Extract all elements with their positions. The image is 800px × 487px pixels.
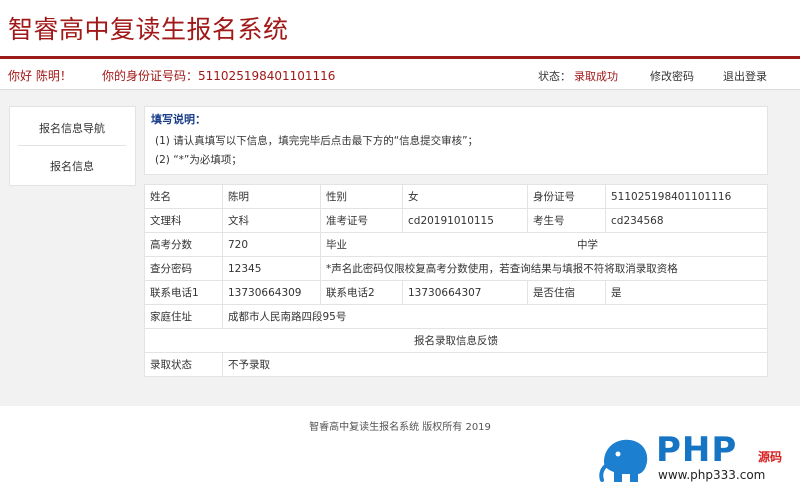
watermark-brand: PHP bbox=[656, 430, 738, 470]
sidebar-divider bbox=[18, 145, 126, 146]
query-password-note: *声名此密码仅限校复高考分数使用，若查询结果与填报不符将取消录取资格 bbox=[320, 256, 768, 281]
score-label: 高考分数 bbox=[144, 232, 223, 257]
sidebar-item-info[interactable]: 报名信息 bbox=[18, 158, 126, 174]
query-password-label: 查分密码 bbox=[144, 256, 223, 281]
table-row: 文理科 文科 准考证号 cd20191010115 考生号 cd234568 bbox=[144, 208, 768, 233]
table-row: 姓名 陈明 性别 女 身份证号 511025198401101116 bbox=[144, 184, 768, 209]
exam-no-label: 考生号 bbox=[527, 208, 606, 233]
user-bar: 你好 陈明！ 你的身份证号码：511025198401101116 状态： 录取… bbox=[0, 59, 800, 90]
query-password-value: 12345 bbox=[222, 256, 321, 281]
idcard-label: 身份证号 bbox=[527, 184, 606, 209]
instructions-title: 填写说明： bbox=[151, 113, 206, 126]
status-label: 状态： bbox=[538, 70, 571, 83]
table-row: 查分密码 12345 *声名此密码仅限校复高考分数使用，若查询结果与填报不符将取… bbox=[144, 256, 768, 281]
id-value: 511025198401101116 bbox=[198, 69, 336, 83]
watermark-url: www.php333.com bbox=[658, 468, 766, 482]
school-cell: 毕业 中学 bbox=[320, 232, 768, 257]
name-value: 陈明 bbox=[222, 184, 321, 209]
phone2-label: 联系电话2 bbox=[320, 280, 403, 305]
school-value: 中学 bbox=[577, 239, 598, 251]
admit-no-value: cd20191010115 bbox=[402, 208, 528, 233]
instruction-item: (1) 请认真填写以下信息，填完完毕后点击最下方的“信息提交审核”； bbox=[155, 135, 479, 147]
address-label: 家庭住址 bbox=[144, 304, 223, 329]
table-row: 录取状态 不予录取 bbox=[144, 352, 768, 377]
boarding-label: 是否住宿 bbox=[527, 280, 606, 305]
name-label: 姓名 bbox=[144, 184, 223, 209]
registration-table: 姓名 陈明 性别 女 身份证号 511025198401101116 文理科 文… bbox=[144, 184, 768, 377]
instruction-item: (2) “*”为必填项； bbox=[155, 154, 242, 166]
phone1-label: 联系电话1 bbox=[144, 280, 223, 305]
watermark-suffix: 源码 bbox=[758, 450, 783, 464]
change-password-link[interactable]: 修改密码 bbox=[650, 68, 694, 84]
sidebar: 报名信息导航 报名信息 bbox=[9, 106, 136, 186]
table-row: 高考分数 720 毕业 中学 bbox=[144, 232, 768, 257]
id-label: 你的身份证号码： bbox=[102, 69, 199, 83]
app-title: 智睿高中复读生报名系统 bbox=[8, 15, 289, 44]
idcard-value: 511025198401101116 bbox=[605, 184, 768, 209]
address-value: 成都市人民南路四段95号 bbox=[222, 304, 768, 329]
watermark: PHP 源码 www.php333.com bbox=[592, 428, 800, 487]
gender-value: 女 bbox=[402, 184, 528, 209]
admit-no-label: 准考证号 bbox=[320, 208, 403, 233]
greeting: 你好 陈明！ bbox=[8, 69, 72, 83]
gender-label: 性别 bbox=[320, 184, 403, 209]
table-row: 报名录取信息反馈 bbox=[144, 328, 768, 353]
phone2-value: 13730664307 bbox=[402, 280, 528, 305]
header: 智睿高中复读生报名系统 bbox=[0, 0, 800, 56]
status-value: 录取成功 bbox=[574, 70, 618, 83]
exam-no-value: cd234568 bbox=[605, 208, 768, 233]
sidebar-item-nav[interactable]: 报名信息导航 bbox=[18, 120, 126, 136]
id-info: 你的身份证号码：511025198401101116 bbox=[102, 67, 335, 84]
subject-value: 文科 bbox=[222, 208, 321, 233]
feedback-section-title: 报名录取信息反馈 bbox=[144, 328, 768, 353]
subject-label: 文理科 bbox=[144, 208, 223, 233]
table-row: 家庭住址 成都市人民南路四段95号 bbox=[144, 304, 768, 329]
admission-status-label: 录取状态 bbox=[144, 352, 223, 377]
admission-status-value: 不予录取 bbox=[222, 352, 768, 377]
phone1-value: 13730664309 bbox=[222, 280, 321, 305]
school-label: 毕业 bbox=[326, 239, 347, 251]
instructions-panel: 填写说明： (1) 请认真填写以下信息，填完完毕后点击最下方的“信息提交审核”；… bbox=[144, 106, 768, 175]
logout-link[interactable]: 退出登录 bbox=[723, 68, 767, 84]
boarding-value: 是 bbox=[605, 280, 768, 305]
table-row: 联系电话1 13730664309 联系电话2 13730664307 是否住宿… bbox=[144, 280, 768, 305]
elephant-icon bbox=[599, 439, 648, 482]
score-value: 720 bbox=[222, 232, 321, 257]
